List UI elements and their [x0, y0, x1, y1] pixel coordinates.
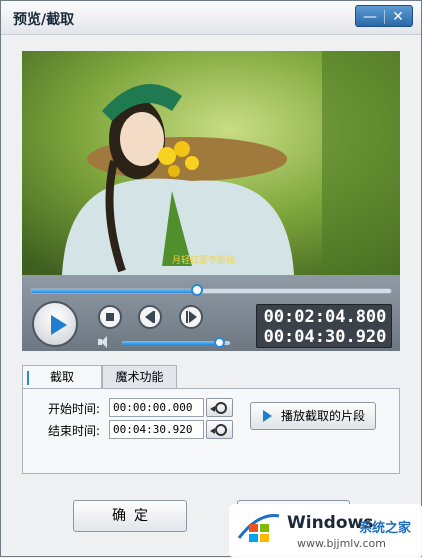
video-preview[interactable]: 月轻红雾亭影视 [22, 51, 400, 275]
stop-button[interactable] [98, 305, 122, 329]
play-clip-label: 播放截取的片段 [281, 409, 366, 423]
clock-icon [215, 424, 227, 436]
volume-slider[interactable] [122, 337, 230, 348]
volume-handle[interactable] [214, 337, 226, 348]
video-watermark: 月轻红雾亭影视 [172, 256, 236, 266]
seek-bar[interactable] [30, 284, 392, 296]
time-display: 00:02:04.800 00:04:30.920 [256, 304, 392, 348]
set-end-time-button[interactable] [206, 420, 233, 439]
step-back-icon [145, 311, 153, 323]
start-time-label: 开始时间: [48, 402, 101, 416]
preview-capture-window: 预览/截取 — ✕ 月轻红雾亭影视 00:02:04.800 00:04:30.… [0, 0, 422, 558]
site-watermark: Windows 系统之家 www.bjjmlv.com [229, 504, 422, 558]
total-duration: 00:04:30.920 [263, 327, 387, 347]
title-bar: 预览/截取 — ✕ [1, 1, 421, 35]
window-title: 预览/截取 [13, 12, 75, 28]
windows-logo-icon [237, 513, 280, 542]
play-icon [51, 315, 67, 335]
current-time: 00:02:04.800 [263, 307, 387, 327]
start-time-input[interactable]: 00:00:00.000 [109, 398, 204, 417]
brand-url: www.bjjmlv.com [297, 537, 386, 550]
tab-magic-features[interactable]: 魔术功能 [102, 365, 177, 389]
seek-handle[interactable] [190, 284, 203, 296]
set-start-time-button[interactable] [206, 398, 233, 417]
player-controls: 00:02:04.800 00:04:30.920 [22, 275, 400, 351]
end-time-input[interactable]: 00:04:30.920 [109, 420, 204, 439]
next-frame-button[interactable] [179, 305, 203, 329]
brand-site-name: 系统之家 [359, 521, 412, 536]
stop-icon [106, 313, 114, 321]
clock-icon [215, 402, 227, 414]
close-button[interactable]: ✕ [384, 8, 412, 26]
play-icon [263, 410, 272, 422]
previous-frame-button[interactable] [138, 305, 162, 329]
minimize-button[interactable]: — [356, 8, 384, 26]
tab-capture[interactable]: 截取 [22, 365, 102, 390]
volume-level [122, 341, 220, 345]
window-controls: — ✕ [355, 5, 413, 27]
ok-button[interactable]: 确定 [73, 500, 187, 532]
seek-progress [31, 289, 197, 293]
play-clip-button[interactable]: 播放截取的片段 [250, 402, 376, 430]
step-forward-icon [189, 311, 197, 323]
video-frame-image [22, 51, 400, 275]
speaker-icon[interactable] [98, 336, 112, 348]
end-time-label: 结束时间: [48, 424, 101, 438]
play-button[interactable] [32, 301, 78, 347]
